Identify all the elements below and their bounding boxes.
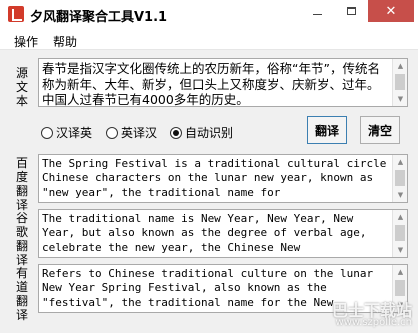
translate-button[interactable]: 翻译 (307, 116, 347, 144)
radio-label: 英译汉 (121, 126, 158, 140)
scroll-thumb[interactable] (395, 74, 405, 90)
radio-auto-detect[interactable]: 自动识别 (170, 124, 233, 141)
radio-en-zh[interactable]: 英译汉 (106, 124, 157, 141)
minimize-icon (312, 13, 322, 15)
menu-help[interactable]: 帮助 (53, 33, 77, 50)
google-label: 谷歌翻译 (15, 211, 28, 267)
source-textbox[interactable]: 春节是指汉字文化圈传统上的农历新年，俗称“年节”，传统名称为新年、大年、新岁，但… (38, 58, 408, 107)
scroll-up-icon[interactable]: ▲ (393, 59, 407, 73)
scroll-down-icon[interactable]: ▼ (393, 92, 407, 106)
source-scrollbar[interactable]: ▲ ▼ (392, 59, 407, 106)
youdao-label: 有道翻译 (15, 266, 28, 322)
baidu-scrollbar[interactable]: ▲ ▼ (392, 155, 407, 202)
radio-zh-en[interactable]: 汉译英 (41, 124, 92, 141)
close-icon: ✕ (385, 3, 397, 19)
baidu-result-textbox[interactable]: The Spring Festival is a traditional cul… (38, 154, 408, 203)
scroll-up-icon[interactable]: ▲ (393, 210, 407, 224)
window-title: 夕风翻译聚合工具V1.1 (30, 10, 168, 25)
radio-dot-icon (106, 126, 118, 139)
baidu-label: 百度翻译 (15, 156, 28, 212)
title-bar: 夕风翻译聚合工具V1.1 ✕ (0, 0, 418, 30)
baidu-result-text: The Spring Festival is a traditional cul… (42, 157, 393, 199)
source-label: 源文本 (15, 66, 28, 108)
site-watermark: 巴士下载站 www.szpolle.cn (331, 301, 412, 329)
scroll-up-icon[interactable]: ▲ (393, 155, 407, 169)
scroll-thumb[interactable] (395, 280, 405, 296)
menu-operations[interactable]: 操作 (14, 33, 38, 50)
clear-button[interactable]: 清空 (360, 116, 400, 144)
watermark-url: www.szpolle.cn (335, 317, 412, 328)
scroll-thumb[interactable] (395, 225, 405, 241)
source-text: 春节是指汉字文化圈传统上的农历新年，俗称“年节”，传统名称为新年、大年、新岁，但… (42, 61, 380, 107)
radio-dot-selected-icon (170, 126, 182, 139)
menu-bar: 操作 帮助 (0, 30, 418, 50)
watermark-title: 巴士下载站 (331, 301, 412, 320)
radio-label: 自动识别 (185, 126, 234, 140)
scroll-up-icon[interactable]: ▲ (393, 265, 407, 279)
scroll-down-icon[interactable]: ▼ (393, 243, 407, 257)
google-scrollbar[interactable]: ▲ ▼ (392, 210, 407, 257)
maximize-icon (346, 7, 356, 15)
radio-label: 汉译英 (56, 126, 93, 140)
scroll-thumb[interactable] (395, 170, 405, 186)
close-button[interactable]: ✕ (368, 0, 414, 22)
google-result-textbox[interactable]: The traditional name is New Year, New Ye… (38, 209, 408, 258)
maximize-button[interactable] (334, 0, 368, 22)
google-result-text: The traditional name is New Year, New Ye… (42, 212, 374, 254)
app-logo-icon (8, 6, 24, 22)
scroll-down-icon[interactable]: ▼ (393, 188, 407, 202)
radio-dot-icon (41, 126, 53, 139)
minimize-button[interactable] (300, 0, 334, 22)
